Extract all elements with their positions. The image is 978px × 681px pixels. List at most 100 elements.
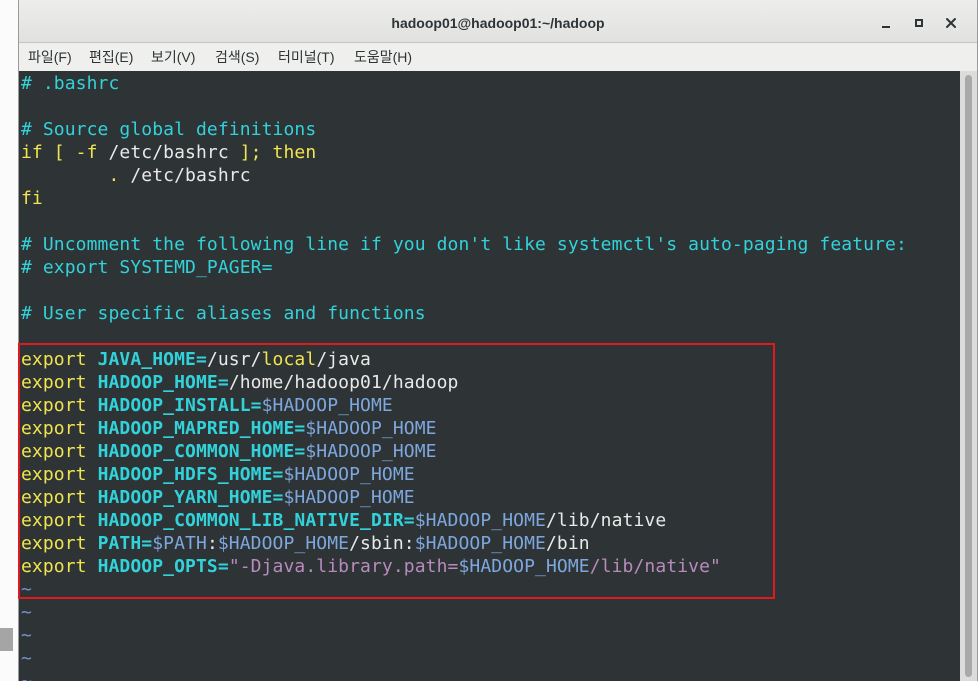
background-desktop-edge (0, 0, 18, 681)
syntax-token: export (21, 556, 98, 577)
editor-line: ~ (21, 624, 960, 647)
syntax-token: /home/hadoop01/hadoop (228, 372, 459, 393)
syntax-token: HADOOP_HDFS_HOME= (97, 464, 284, 485)
syntax-token: local (261, 349, 317, 370)
syntax-token: /java (316, 349, 371, 370)
empty-line-tilde: ~ (21, 602, 32, 623)
syntax-token: : (206, 533, 218, 554)
menu-terminal[interactable]: 터미널(T) (278, 43, 335, 71)
close-button[interactable] (942, 14, 960, 32)
syntax-token: HADOOP_OPTS= (97, 556, 229, 577)
editor-line: if [ -f /etc/bashrc ]; then (21, 141, 960, 164)
syntax-token: "-Djava.library.path= (228, 556, 459, 577)
terminal-scrollbar[interactable] (960, 71, 977, 681)
editor-line: export HADOOP_COMMON_LIB_NATIVE_DIR=$HAD… (21, 509, 960, 532)
syntax-token: /lib/native" (589, 556, 721, 577)
minimize-icon (882, 26, 890, 28)
syntax-token: . (21, 165, 131, 186)
menu-help[interactable]: 도움말(H) (354, 43, 412, 71)
syntax-token: HADOOP_HOME= (97, 372, 229, 393)
editor-line: # Source global definitions (21, 118, 960, 141)
syntax-token: export (21, 464, 98, 485)
syntax-token: export (21, 395, 98, 416)
empty-line-tilde: ~ (21, 625, 32, 646)
maximize-button[interactable] (910, 14, 928, 32)
editor-line: ~ (21, 601, 960, 624)
empty-line-tilde: ~ (21, 648, 32, 669)
syntax-token: HADOOP_INSTALL= (97, 395, 262, 416)
syntax-token: $HADOOP_HOME (217, 533, 350, 554)
comment-text: # User specific aliases and functions (21, 303, 426, 324)
syntax-token: $HADOOP_HOME (414, 510, 546, 531)
syntax-token: /sbin: (349, 533, 415, 554)
title-bar[interactable]: hadoop01@hadoop01:~/hadoop (19, 0, 977, 43)
editor-line: ~ (21, 578, 960, 601)
comment-text: # export SYSTEMD_PAGER= (21, 257, 273, 278)
syntax-token: /usr/ (206, 349, 262, 370)
menu-view[interactable]: 보기(V) (151, 43, 195, 71)
menu-file[interactable]: 파일(F) (28, 43, 72, 71)
menu-search[interactable]: 검색(S) (215, 43, 259, 71)
syntax-token: export (21, 349, 98, 370)
editor-line: # User specific aliases and functions (21, 302, 960, 325)
background-window-fragment (0, 628, 13, 651)
syntax-token: export (21, 441, 98, 462)
editor-line: export JAVA_HOME=/usr/local/java (21, 348, 960, 371)
editor-line: export HADOOP_HDFS_HOME=$HADOOP_HOME (21, 463, 960, 486)
scrollbar-thumb[interactable] (965, 75, 972, 677)
syntax-token: HADOOP_MAPRED_HOME= (97, 418, 306, 439)
syntax-token: /etc/bashrc (108, 142, 229, 163)
editor-line: export HADOOP_INSTALL=$HADOOP_HOME (21, 394, 960, 417)
editor-line: # export SYSTEMD_PAGER= (21, 256, 960, 279)
syntax-token: fi (21, 188, 43, 209)
syntax-token: $HADOOP_HOME (305, 441, 437, 462)
syntax-token: PATH= (97, 533, 153, 554)
editor-line: export HADOOP_HOME=/home/hadoop01/hadoop (21, 371, 960, 394)
menu-bar: 파일(F) 편집(E) 보기(V) 검색(S) 터미널(T) 도움말(H) (19, 43, 977, 71)
comment-text: # Uncomment the following line if you do… (21, 234, 907, 255)
syntax-token: ]; then (228, 142, 317, 163)
editor-line: # Uncomment the following line if you do… (21, 233, 960, 256)
syntax-token: if [ -f (21, 142, 109, 163)
syntax-token: HADOOP_COMMON_LIB_NATIVE_DIR= (97, 510, 415, 531)
editor-line: # .bashrc (21, 72, 960, 95)
syntax-token: $HADOOP_HOME (283, 487, 415, 508)
comment-text: # .bashrc (21, 73, 120, 94)
empty-line-tilde: ~ (21, 579, 32, 600)
editor-line: ~ (21, 647, 960, 670)
editor-line: . /etc/bashrc (21, 164, 960, 187)
syntax-token: HADOOP_COMMON_HOME= (97, 441, 306, 462)
syntax-token: $PATH (152, 533, 207, 554)
syntax-token: $HADOOP_HOME (305, 418, 437, 439)
syntax-token: $HADOOP_HOME (261, 395, 393, 416)
close-icon (946, 18, 956, 28)
editor-line: export HADOOP_MAPRED_HOME=$HADOOP_HOME (21, 417, 960, 440)
editor-line: export HADOOP_COMMON_HOME=$HADOOP_HOME (21, 440, 960, 463)
editor-line: export HADOOP_YARN_HOME=$HADOOP_HOME (21, 486, 960, 509)
syntax-token: export (21, 418, 98, 439)
syntax-token: /bin (546, 533, 590, 554)
comment-text: # Source global definitions (21, 119, 317, 140)
syntax-token: JAVA_HOME= (97, 349, 207, 370)
editor-line: export PATH=$PATH:$HADOOP_HOME/sbin:$HAD… (21, 532, 960, 555)
maximize-icon (915, 19, 923, 27)
syntax-token: /lib/native (545, 510, 667, 531)
menu-edit[interactable]: 편집(E) (89, 43, 133, 71)
terminal-window: hadoop01@hadoop01:~/hadoop 파일(F) 편집(E) 보… (18, 0, 978, 681)
syntax-token: export (21, 510, 98, 531)
syntax-token: $HADOOP_HOME (414, 533, 546, 554)
syntax-token: $HADOOP_HOME (458, 556, 590, 577)
terminal-pane[interactable]: # .bashrc # Source global definitions if [… (19, 71, 960, 681)
syntax-token: $HADOOP_HOME (283, 464, 415, 485)
syntax-token: export (21, 533, 98, 554)
syntax-token: export (21, 372, 98, 393)
minimize-button[interactable] (877, 14, 895, 32)
syntax-token: /etc/bashrc (130, 165, 251, 186)
editor-line: fi (21, 187, 960, 210)
empty-line-tilde: ~ (21, 671, 32, 681)
editor-line: export HADOOP_OPTS="-Djava.library.path=… (21, 555, 960, 578)
